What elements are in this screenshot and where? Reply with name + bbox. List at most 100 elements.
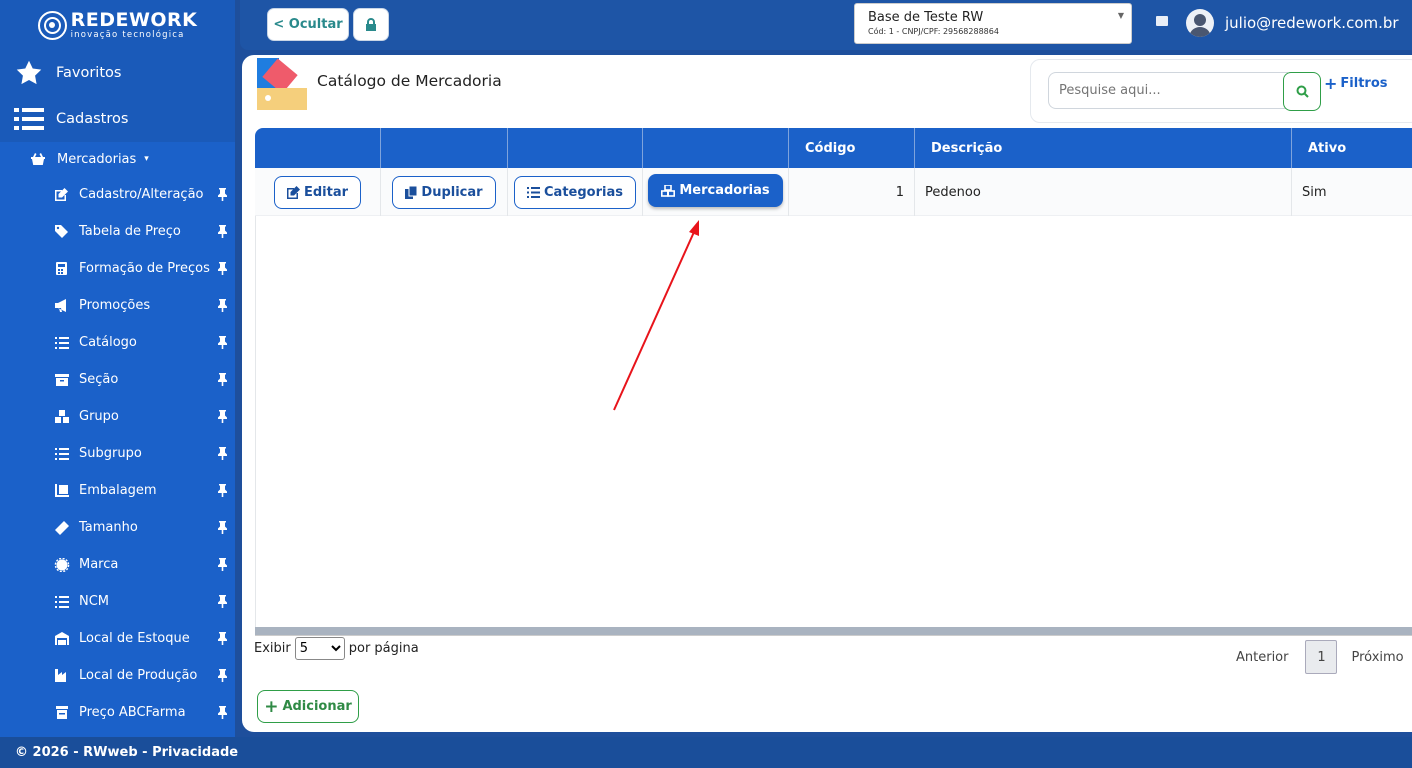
list-icon <box>55 595 69 608</box>
pin-icon[interactable] <box>217 706 228 719</box>
horizontal-scrollbar[interactable] <box>255 627 1412 635</box>
column-header-codigo[interactable]: Código <box>789 128 915 168</box>
sidebar-item-14[interactable]: Preço ABCFarma <box>0 694 235 731</box>
sidebar-submenu-mercadorias[interactable]: Mercadorias ▾ <box>0 142 235 176</box>
sidebar-item-label: NCM <box>79 594 110 609</box>
pin-icon[interactable] <box>217 299 228 312</box>
sidebar-item-1[interactable]: Tabela de Preço <box>0 213 235 250</box>
user-menu[interactable]: julio@redework.com.br <box>1186 9 1399 37</box>
dropdown-arrow-icon: ▼ <box>1117 11 1124 20</box>
archive-icon <box>55 373 69 386</box>
per-page-suffix: por página <box>348 641 419 656</box>
sidebar-item-8[interactable]: Embalagem <box>0 472 235 509</box>
catalog-table: Código Descrição Ativo Editar Duplicar C… <box>255 128 1412 216</box>
duplicate-button[interactable]: Duplicar <box>392 175 496 209</box>
sidebar-item-9[interactable]: Tamanho <box>0 509 235 546</box>
sidebar-item-3[interactable]: Promoções <box>0 287 235 324</box>
sidebar-item-7[interactable]: Subgrupo <box>0 435 235 472</box>
sidebar-item-4[interactable]: Catálogo <box>0 324 235 361</box>
sidebar-item-favoritos[interactable]: Favoritos <box>0 50 235 96</box>
sidebar-item-cadastros[interactable]: Cadastros <box>0 96 235 142</box>
header-cell-edit <box>255 128 381 168</box>
next-page-button[interactable]: Próximo <box>1351 650 1403 665</box>
cell-products: Mercadorias <box>643 168 789 216</box>
cell-codigo: 1 <box>789 168 915 216</box>
edit-button[interactable]: Editar <box>273 175 362 209</box>
products-label: Mercadorias <box>679 183 770 198</box>
prev-page-button[interactable]: Anterior <box>1236 650 1288 665</box>
table-header: Código Descrição Ativo <box>255 128 1412 168</box>
categories-label: Categorias <box>544 184 623 200</box>
pin-icon[interactable] <box>217 188 228 201</box>
per-page-control: Exibir 5 por página <box>254 637 419 660</box>
sidebar: REDEWORK inovação tecnológica Favoritos … <box>0 0 235 737</box>
sidebar-item-6[interactable]: Grupo <box>0 398 235 435</box>
sidebar-item-10[interactable]: Marca <box>0 546 235 583</box>
list-icon <box>55 336 69 349</box>
pin-icon[interactable] <box>217 595 228 608</box>
filters-button[interactable]: + Filtros <box>1324 74 1388 93</box>
sidebar-items: Cadastro/Alteração Tabela de Preço Formaçã… <box>0 176 235 731</box>
pin-icon[interactable] <box>217 410 228 423</box>
cell-ativo: Sim <box>1302 184 1327 200</box>
sidebar-item-5[interactable]: Seção <box>0 361 235 398</box>
header-cell-duplicate <box>381 128 508 168</box>
logo[interactable]: REDEWORK inovação tecnológica <box>0 0 235 50</box>
pin-icon[interactable] <box>217 669 228 682</box>
pin-icon[interactable] <box>217 632 228 645</box>
pagination: Anterior 1 Próximo <box>1236 640 1404 674</box>
pin-icon[interactable] <box>217 484 228 497</box>
sidebar-item-0[interactable]: Cadastro/Alteração <box>0 176 235 213</box>
pin-icon[interactable] <box>217 447 228 460</box>
sidebar-item-label: Cadastro/Alteração <box>79 187 204 202</box>
logo-icon <box>37 10 67 40</box>
sidebar-item-label: Marca <box>79 557 119 572</box>
plus-icon: + <box>1324 74 1338 93</box>
column-header-descricao[interactable]: Descrição <box>915 128 1292 168</box>
top-bar: < Ocultar Base de Teste RW Cód: 1 - CNPJ… <box>240 0 1412 50</box>
per-page-select[interactable]: 5 <box>294 637 345 660</box>
search-button[interactable] <box>1283 72 1321 111</box>
sidebar-item-label: Formação de Preços <box>79 261 210 276</box>
avatar <box>1186 9 1214 37</box>
tag-icon <box>55 224 68 238</box>
caret-down-icon: ▾ <box>144 154 149 164</box>
products-button[interactable]: Mercadorias <box>648 174 783 207</box>
cell-edit: Editar <box>255 168 381 216</box>
pin-icon[interactable] <box>217 336 228 349</box>
column-header-ativo[interactable]: Ativo <box>1292 128 1412 168</box>
sidebar-item-13[interactable]: Local de Produção <box>0 657 235 694</box>
star-icon <box>16 60 42 85</box>
search-input[interactable] <box>1048 72 1288 109</box>
table-row: Editar Duplicar Categorias Mercadorias 1… <box>255 168 1412 216</box>
lock-button[interactable] <box>353 8 389 41</box>
sidebar-submenu-label: Mercadorias <box>57 151 137 167</box>
pin-icon[interactable] <box>217 373 228 386</box>
list-icon <box>527 186 541 198</box>
add-button[interactable]: + Adicionar <box>257 690 359 723</box>
notification-icon[interactable] <box>1156 16 1168 26</box>
table-body-empty <box>255 216 1412 628</box>
page-1-button[interactable]: 1 <box>1305 640 1338 674</box>
pin-icon[interactable] <box>217 558 228 571</box>
pin-icon[interactable] <box>217 521 228 534</box>
company-select[interactable]: Base de Teste RW Cód: 1 - CNPJ/CPF: 2956… <box>854 3 1132 44</box>
catalog-page-icon <box>257 58 307 110</box>
sidebar-item-11[interactable]: NCM <box>0 583 235 620</box>
add-label: Adicionar <box>282 699 352 714</box>
list-icon <box>55 447 69 460</box>
hide-sidebar-button[interactable]: < Ocultar <box>267 8 349 41</box>
pin-icon[interactable] <box>217 262 228 275</box>
sidebar-item-label: Tabela de Preço <box>79 224 181 239</box>
divider <box>255 635 1412 636</box>
sidebar-item-label: Embalagem <box>79 483 157 498</box>
categories-button[interactable]: Categorias <box>514 175 636 209</box>
sidebar-item-label: Cadastros <box>56 111 129 127</box>
sidebar-item-12[interactable]: Local de Estoque <box>0 620 235 657</box>
main-content: Catálogo de Mercadoria + Filtros Código … <box>242 55 1412 732</box>
pin-icon[interactable] <box>217 225 228 238</box>
certificate-icon <box>54 557 70 572</box>
company-info: Cód: 1 - CNPJ/CPF: 29568288864 <box>868 27 999 36</box>
page-title: Catálogo de Mercadoria <box>317 72 502 90</box>
sidebar-item-2[interactable]: Formação de Preços <box>0 250 235 287</box>
